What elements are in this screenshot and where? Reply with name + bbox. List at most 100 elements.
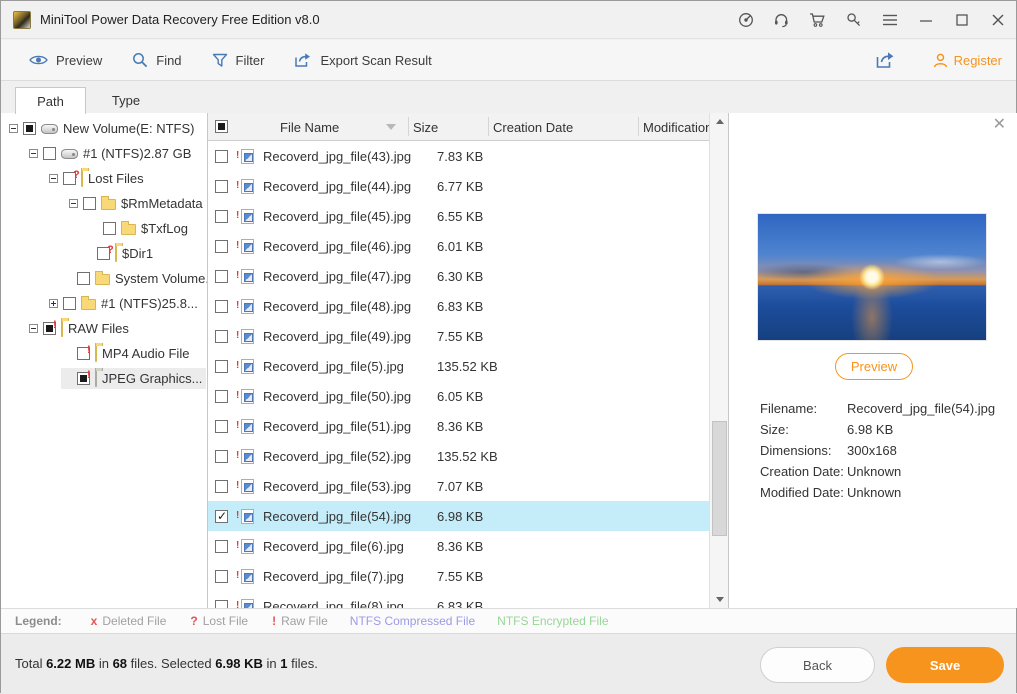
collapse-icon[interactable] [29, 324, 38, 333]
row-checkbox[interactable] [215, 179, 228, 193]
tree-item-rmmetadata[interactable]: $RmMetadata [1, 191, 207, 216]
row-checkbox[interactable] [215, 479, 228, 493]
minimize-button[interactable] [917, 12, 934, 29]
file-row[interactable]: ! Recoverd_jpg_file(6).jpg 8.36 KB [208, 531, 709, 561]
file-row[interactable]: ! Recoverd_jpg_file(46).jpg 6.01 KB [208, 231, 709, 261]
column-header-size[interactable]: Size [413, 113, 438, 141]
tree-item-lost-files[interactable]: ? Lost Files [1, 166, 207, 191]
jpeg-file-icon: ! [236, 538, 254, 554]
row-checkbox[interactable] [215, 419, 228, 433]
file-row[interactable]: ! Recoverd_jpg_file(48).jpg 6.83 KB [208, 291, 709, 321]
row-checkbox[interactable] [215, 209, 228, 223]
row-checkbox[interactable] [215, 149, 228, 163]
row-checkbox[interactable] [215, 449, 228, 463]
row-checkbox[interactable] [215, 269, 228, 283]
folder-icon [121, 221, 136, 235]
legend-bar: Legend: x Deleted File ? Lost File ! Raw Fi… [1, 608, 1016, 633]
vertical-scrollbar[interactable] [709, 113, 728, 608]
select-all-checkbox[interactable] [215, 120, 228, 133]
tree-item-partition-2[interactable]: #1 (NTFS)25.8... [1, 291, 207, 316]
collapse-icon[interactable] [29, 149, 38, 158]
save-button[interactable]: Save [886, 647, 1004, 683]
tab-path[interactable]: Path [15, 87, 86, 114]
row-checkbox[interactable] [215, 359, 228, 373]
share-icon[interactable] [875, 51, 895, 69]
preview-close-icon[interactable]: ✕ [993, 117, 1006, 133]
tree-item-txflog[interactable]: $TxfLog [1, 216, 207, 241]
file-row[interactable]: ! Recoverd_jpg_file(45).jpg 6.55 KB [208, 201, 709, 231]
maximize-button[interactable] [953, 12, 970, 29]
folder-tree: New Volume(E: NTFS) #1 (NTFS)2.87 GB ? L… [1, 113, 208, 608]
scroll-down-arrow[interactable] [710, 591, 728, 608]
row-checkbox[interactable] [215, 599, 228, 608]
row-checkbox[interactable] [215, 299, 228, 313]
tree-item-partition-1[interactable]: #1 (NTFS)2.87 GB [1, 141, 207, 166]
row-checkbox[interactable] [215, 239, 228, 253]
file-row[interactable]: ! Recoverd_jpg_file(53).jpg 7.07 KB [208, 471, 709, 501]
tab-type[interactable]: Type [86, 87, 166, 114]
filter-button[interactable]: Filter [212, 53, 264, 68]
file-size: 7.07 KB [437, 478, 484, 494]
bootable-media-disc-icon[interactable] [737, 12, 754, 29]
file-row[interactable]: ! Recoverd_jpg_file(47).jpg 6.30 KB [208, 261, 709, 291]
preview-button[interactable]: Preview [29, 53, 102, 68]
folder-icon [61, 320, 63, 337]
row-checkbox[interactable] [215, 329, 228, 343]
collapse-icon[interactable] [49, 174, 58, 183]
tree-item-jpeg-graphics[interactable]: ! JPEG Graphics... [1, 366, 207, 391]
tree-item-new-volume[interactable]: New Volume(E: NTFS) [1, 116, 207, 141]
column-header-creation-date[interactable]: Creation Date [493, 113, 573, 141]
row-checkbox[interactable] [215, 539, 228, 553]
tree-checkbox[interactable] [23, 122, 36, 135]
row-checkbox-checked[interactable] [215, 509, 228, 523]
tree-item-dir1[interactable]: ? $Dir1 [1, 241, 207, 266]
detail-value: 6.98 KB [847, 422, 894, 437]
expand-icon[interactable] [49, 299, 58, 308]
folder-icon [81, 170, 83, 187]
file-row[interactable]: ! Recoverd_jpg_file(44).jpg 6.77 KB [208, 171, 709, 201]
row-checkbox[interactable] [215, 389, 228, 403]
tree-checkbox[interactable] [83, 197, 96, 210]
tree-checkbox[interactable] [103, 222, 116, 235]
column-header-modification[interactable]: Modification [643, 113, 712, 141]
shopping-cart-icon[interactable] [809, 12, 826, 29]
menu-icon[interactable] [881, 12, 898, 29]
register-button[interactable]: Register [933, 53, 1002, 68]
tree-checkbox[interactable] [63, 297, 76, 310]
tree-item-system-volume[interactable]: System Volume... [1, 266, 207, 291]
file-row[interactable]: ! Recoverd_jpg_file(8).jpg 6.83 KB [208, 591, 709, 608]
file-row[interactable]: ! Recoverd_jpg_file(49).jpg 7.55 KB [208, 321, 709, 351]
file-row[interactable]: ! Recoverd_jpg_file(51).jpg 8.36 KB [208, 411, 709, 441]
license-key-icon[interactable] [845, 12, 862, 29]
file-row[interactable]: ! Recoverd_jpg_file(43).jpg 7.83 KB [208, 141, 709, 171]
file-row[interactable]: ! Recoverd_jpg_file(5).jpg 135.52 KB [208, 351, 709, 381]
back-button[interactable]: Back [760, 647, 875, 683]
export-scan-result-button[interactable]: Export Scan Result [294, 52, 432, 68]
jpeg-file-icon: ! [236, 418, 254, 434]
row-checkbox[interactable] [215, 569, 228, 583]
preview-panel: ✕ Preview Filename: Recoverd_jpg_file(54)… [728, 113, 1017, 608]
collapse-icon[interactable] [9, 124, 18, 133]
find-button[interactable]: Find [132, 52, 182, 68]
scroll-up-arrow[interactable] [710, 113, 728, 130]
file-row[interactable]: ! Recoverd_jpg_file(50).jpg 6.05 KB [208, 381, 709, 411]
tree-item-mp4-audio[interactable]: ! MP4 Audio File [1, 341, 207, 366]
support-headset-icon[interactable] [773, 12, 790, 29]
tree-item-raw-files[interactable]: ! RAW Files [1, 316, 207, 341]
preview-label: Preview [56, 52, 103, 68]
file-row-selected[interactable]: ! Recoverd_jpg_file(54).jpg 6.98 KB [208, 501, 709, 531]
close-button[interactable] [989, 12, 1006, 29]
column-divider[interactable] [638, 117, 639, 136]
column-divider[interactable] [408, 117, 409, 136]
tree-checkbox[interactable] [43, 147, 56, 160]
column-header-file-name[interactable]: File Name [280, 113, 339, 141]
column-divider[interactable] [488, 117, 489, 136]
sort-descending-icon[interactable] [386, 124, 396, 130]
preview-large-button[interactable]: Preview [835, 353, 913, 380]
jpeg-file-icon: ! [236, 478, 254, 494]
collapse-icon[interactable] [69, 199, 78, 208]
tree-checkbox[interactable] [77, 272, 90, 285]
file-row[interactable]: ! Recoverd_jpg_file(52).jpg 135.52 KB [208, 441, 709, 471]
file-row[interactable]: ! Recoverd_jpg_file(7).jpg 7.55 KB [208, 561, 709, 591]
scrollbar-thumb[interactable] [712, 421, 727, 536]
